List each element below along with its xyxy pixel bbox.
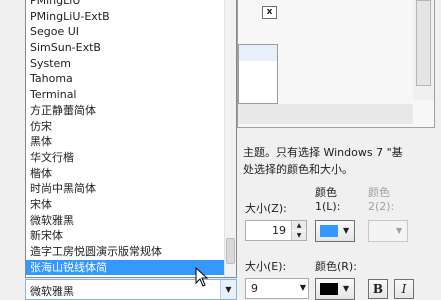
color1-label-top: 颜色 xyxy=(315,186,337,199)
bold-button[interactable]: B xyxy=(368,279,388,299)
item-size-label: 大小(Z): xyxy=(245,202,287,215)
spin-up-icon[interactable]: ▲ xyxy=(291,221,306,230)
color2-picker-button[interactable]: ▼ xyxy=(368,220,408,242)
color1-swatch xyxy=(320,225,338,237)
font-dropdown-list[interactable]: PMingLiU PMingLiU-ExtB Segoe UI SimSun-E… xyxy=(25,0,237,278)
font-combo-value: 微软雅黑 xyxy=(30,285,74,298)
font-item[interactable]: Tahoma xyxy=(26,71,226,87)
chevron-down-icon[interactable]: ▼ xyxy=(220,280,236,299)
font-items: PMingLiU PMingLiU-ExtB Segoe UI SimSun-E… xyxy=(26,0,226,276)
color2-label-bottom: 2(2): xyxy=(368,200,395,213)
font-color-label: 颜色(R): xyxy=(315,260,357,273)
preview-area: x xyxy=(237,0,435,128)
item-size-spinner[interactable]: 19 ▲ ▼ xyxy=(245,220,307,241)
font-item[interactable]: PMingLiU xyxy=(26,0,226,9)
font-size-value: 9 xyxy=(251,282,258,295)
close-icon: x xyxy=(262,6,277,19)
font-item[interactable]: 时尚中黑简体 xyxy=(26,181,226,197)
font-color-picker-button[interactable]: ▼ xyxy=(315,278,355,300)
font-item[interactable]: 华文行楷 xyxy=(26,150,226,166)
chevron-down-icon: ▼ xyxy=(299,283,306,292)
font-item[interactable]: 仿宋 xyxy=(26,119,226,135)
preview-scroll-thumb[interactable] xyxy=(416,0,431,86)
font-size-label: 大小(E): xyxy=(245,260,287,273)
color1-picker-button[interactable]: ▼ xyxy=(315,220,355,242)
preview-bottom-bar xyxy=(238,104,413,124)
font-list-scroll-thumb[interactable] xyxy=(226,238,235,264)
italic-button[interactable]: I xyxy=(394,279,414,299)
font-item[interactable]: Terminal xyxy=(26,87,226,103)
description-text-line2: 处选择的颜色和大小。 xyxy=(243,163,353,176)
font-item[interactable]: System xyxy=(26,56,226,72)
font-color-swatch xyxy=(320,283,338,295)
font-item[interactable]: 新宋体 xyxy=(26,228,226,244)
description-text-line1: 主题。只有选择 Windows 7 "基 xyxy=(243,146,403,159)
font-item[interactable]: PMingLiU-ExtB xyxy=(26,9,226,25)
chevron-down-icon: ▼ xyxy=(343,284,350,293)
font-item[interactable]: 楷体 xyxy=(26,166,226,182)
font-item[interactable]: 黑体 xyxy=(26,134,226,150)
font-item[interactable]: 宋体 xyxy=(26,197,226,213)
color2-label-top: 颜色 xyxy=(368,186,390,199)
font-list-scrollbar[interactable] xyxy=(224,0,236,277)
spin-down-icon[interactable]: ▼ xyxy=(291,231,306,240)
chevron-down-icon: ▼ xyxy=(396,226,403,235)
mouse-cursor-icon xyxy=(195,267,209,287)
item-size-value: 19 xyxy=(272,224,286,237)
color1-label-bottom: 1(L): xyxy=(315,200,341,213)
font-item[interactable]: SimSun-ExtB xyxy=(26,40,226,56)
preview-window-title xyxy=(239,45,277,61)
appearance-settings-panel: x 主题。只有选择 Windows 7 "基 处选择的颜色和大小。 颜色 颜色 … xyxy=(237,0,441,300)
font-item[interactable]: Segoe UI xyxy=(26,24,226,40)
font-item[interactable]: 微软雅黑 xyxy=(26,213,226,229)
preview-window xyxy=(238,44,278,104)
font-item[interactable]: 造字工房悦圆演示版常规体 xyxy=(26,244,226,260)
chevron-down-icon: ▼ xyxy=(343,226,350,235)
font-size-combo[interactable]: 9 ▼ xyxy=(245,278,309,299)
font-item[interactable]: 方正静蕾简体 xyxy=(26,103,226,119)
